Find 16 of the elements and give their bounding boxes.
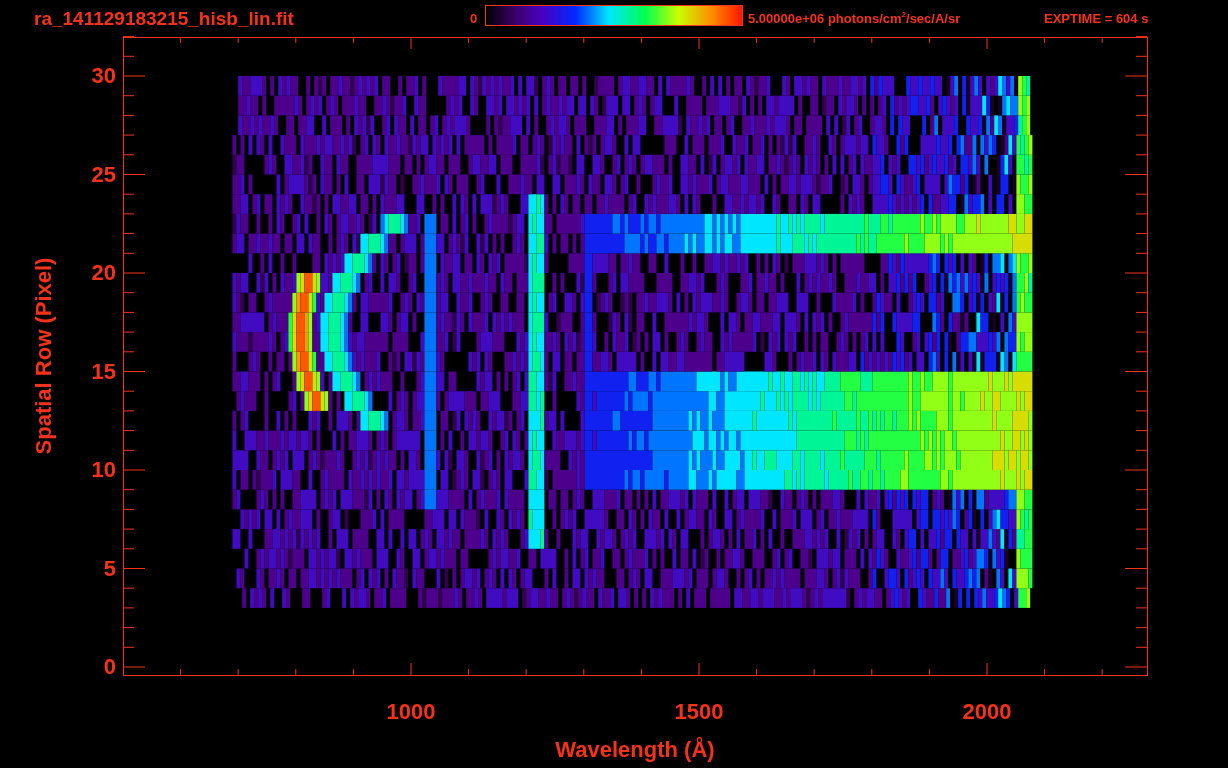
y-tick-label: 5 (102, 555, 116, 582)
y-tick-label: 15 (90, 358, 116, 385)
y-tick-label: 25 (90, 161, 116, 188)
y-tick-label: 0 (102, 654, 116, 680)
y-tick-label: 20 (90, 260, 116, 286)
colorbar-min-label: 0 (470, 11, 478, 26)
x-tick-label: 1500 (673, 699, 725, 725)
x-tick-label: 2000 (961, 699, 1013, 725)
x-axis-title: Wavelength (Å) (554, 737, 716, 763)
plot-title: ra_141129183215_hisb_lin.fit (34, 8, 294, 30)
y-axis-title: Spatial Row (Pixel) (31, 257, 57, 455)
y-tick-label: 10 (90, 457, 116, 483)
y-tick-label: 30 (90, 63, 116, 89)
exposure-time: EXPTIME = 604 s (1044, 11, 1149, 26)
x-tick-label: 1000 (385, 699, 437, 725)
colorbar-max-label: 5.00000e+06 photons/cm$^{2}$/sec/A/sr (748, 11, 961, 26)
